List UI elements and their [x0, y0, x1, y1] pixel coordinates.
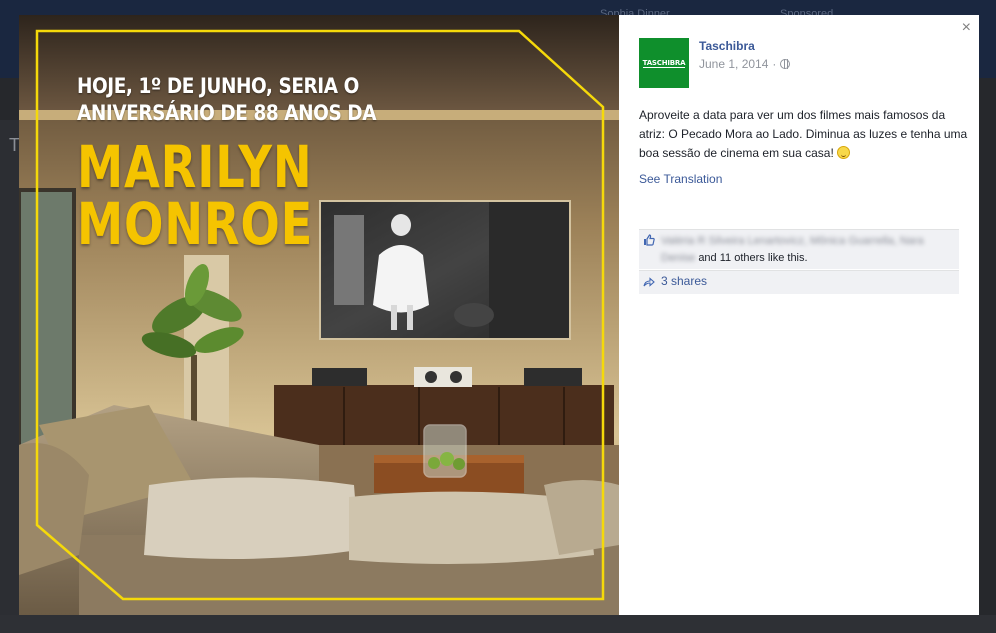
- background-bottom-strip: [0, 615, 996, 633]
- background-sidebar: [0, 120, 19, 633]
- shares-count[interactable]: 3 shares: [661, 274, 707, 288]
- post-photo[interactable]: HOJE, 1º DE JUNHO, SERIA O ANIVERSÁRIO D…: [19, 15, 619, 615]
- likes-count-text[interactable]: and 11 others like this.: [698, 252, 807, 264]
- photo-headline: HOJE, 1º DE JUNHO, SERIA O ANIVERSÁRIO D…: [77, 73, 377, 258]
- page-avatar[interactable]: TASCHIBRA: [639, 38, 689, 88]
- like-thumb-icon[interactable]: [643, 234, 655, 246]
- see-translation-link[interactable]: See Translation: [639, 172, 722, 186]
- headline-name-1: MARILYN: [77, 133, 313, 201]
- photo-lightbox: HOJE, 1º DE JUNHO, SERIA O ANIVERSÁRIO D…: [19, 15, 979, 615]
- avatar-logo-text: TASCHIBRA: [642, 58, 686, 68]
- meta-separator: ·: [772, 57, 777, 71]
- headline-line-2: ANIVERSÁRIO DE 88 ANOS DA: [77, 101, 377, 125]
- globe-icon[interactable]: [780, 59, 791, 69]
- post-date-link[interactable]: June 1, 2014: [699, 57, 768, 71]
- close-icon[interactable]: ×: [962, 19, 971, 37]
- headline-name-2: MONROE: [77, 190, 314, 258]
- smile-icon: [837, 146, 851, 159]
- post-body: Aproveite a data para ver um dos filmes …: [639, 108, 968, 160]
- post-details-panel: × TASCHIBRA Taschibra June 1, 2014 · Apr…: [619, 15, 979, 615]
- shares-summary[interactable]: 3 shares: [639, 270, 959, 294]
- likes-summary: Valéria R Silveira Lenartovicz, Mônica G…: [639, 229, 959, 269]
- headline-line-1: HOJE, 1º DE JUNHO, SERIA O: [77, 74, 359, 98]
- page-name-link[interactable]: Taschibra: [699, 39, 755, 53]
- post-text: Aproveite a data para ver um dos filmes …: [639, 106, 969, 163]
- post-meta: June 1, 2014 ·: [699, 57, 791, 71]
- share-arrow-icon: [643, 277, 655, 287]
